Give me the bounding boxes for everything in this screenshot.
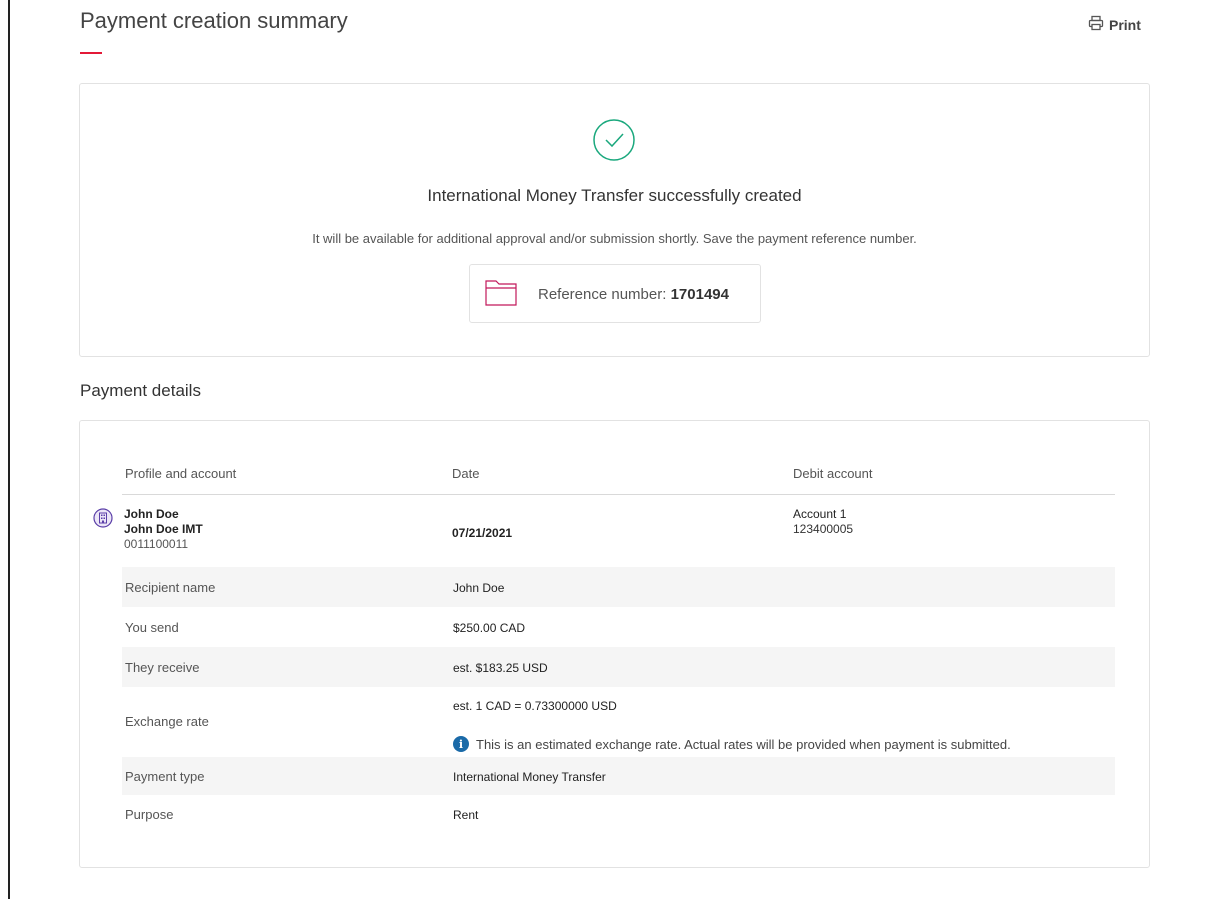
- debit-account-name: Account 1: [793, 507, 847, 521]
- column-header-date: Date: [452, 466, 480, 481]
- success-subtitle: It will be available for additional appr…: [312, 231, 917, 246]
- print-button[interactable]: Print: [1088, 15, 1141, 34]
- header-divider: [122, 494, 1115, 495]
- success-card: International Money Transfer successfull…: [79, 83, 1150, 357]
- check-circle-icon: [592, 118, 636, 162]
- reference-box: Reference number: 1701494: [469, 264, 761, 323]
- detail-value: $250.00 CAD: [453, 621, 526, 635]
- profile-label: John Doe IMT: [124, 522, 203, 536]
- detail-row-they-receive: They receive est. $183.25 USD: [122, 647, 1115, 687]
- reference-number: 1701494: [670, 286, 729, 303]
- profile-number: 0011100011: [124, 537, 189, 551]
- detail-label: They receive: [125, 660, 200, 675]
- detail-row-purpose: Purpose Rent: [122, 795, 1115, 835]
- title-underline: [80, 52, 102, 54]
- detail-row-recipient: Recipient name John Doe: [122, 567, 1115, 607]
- detail-row-exchange-rate: Exchange rate est. 1 CAD = 0.73300000 US…: [122, 687, 1115, 757]
- detail-value: est. $183.25 USD: [453, 661, 548, 675]
- detail-value: est. 1 CAD = 0.73300000 USD: [453, 699, 617, 713]
- detail-value: John Doe: [453, 581, 505, 595]
- detail-label: Recipient name: [125, 580, 216, 595]
- detail-row-you-send: You send $250.00 CAD: [122, 607, 1115, 647]
- exchange-rate-note: i This is an estimated exchange rate. Ac…: [453, 736, 1011, 752]
- payment-details-card: Profile and account Date Debit account J…: [79, 420, 1150, 868]
- reference-label: Reference number: 1701494: [538, 286, 729, 303]
- column-header-debit-account: Debit account: [793, 466, 873, 481]
- detail-value: International Money Transfer: [453, 770, 606, 784]
- detail-label: Purpose: [125, 807, 174, 822]
- page-title: Payment creation summary: [80, 8, 348, 33]
- reference-label-text: Reference number:: [538, 286, 667, 303]
- column-header-profile: Profile and account: [125, 466, 237, 481]
- detail-label: Payment type: [125, 769, 205, 784]
- payment-date: 07/21/2021: [452, 526, 513, 540]
- detail-label: Exchange rate: [125, 714, 209, 729]
- detail-label: You send: [125, 620, 179, 635]
- profile-name: John Doe: [124, 507, 179, 521]
- info-icon: i: [453, 736, 469, 752]
- print-label: Print: [1109, 16, 1141, 33]
- printer-icon: [1088, 15, 1104, 34]
- payment-details-title: Payment details: [80, 381, 201, 400]
- detail-value: Rent: [453, 808, 479, 822]
- success-title: International Money Transfer successfull…: [427, 186, 802, 205]
- debit-account-number: 123400005: [793, 522, 854, 536]
- building-icon: [93, 508, 113, 528]
- detail-row-payment-type: Payment type International Money Transfe…: [122, 757, 1115, 795]
- exchange-rate-note-text: This is an estimated exchange rate. Actu…: [476, 736, 1011, 752]
